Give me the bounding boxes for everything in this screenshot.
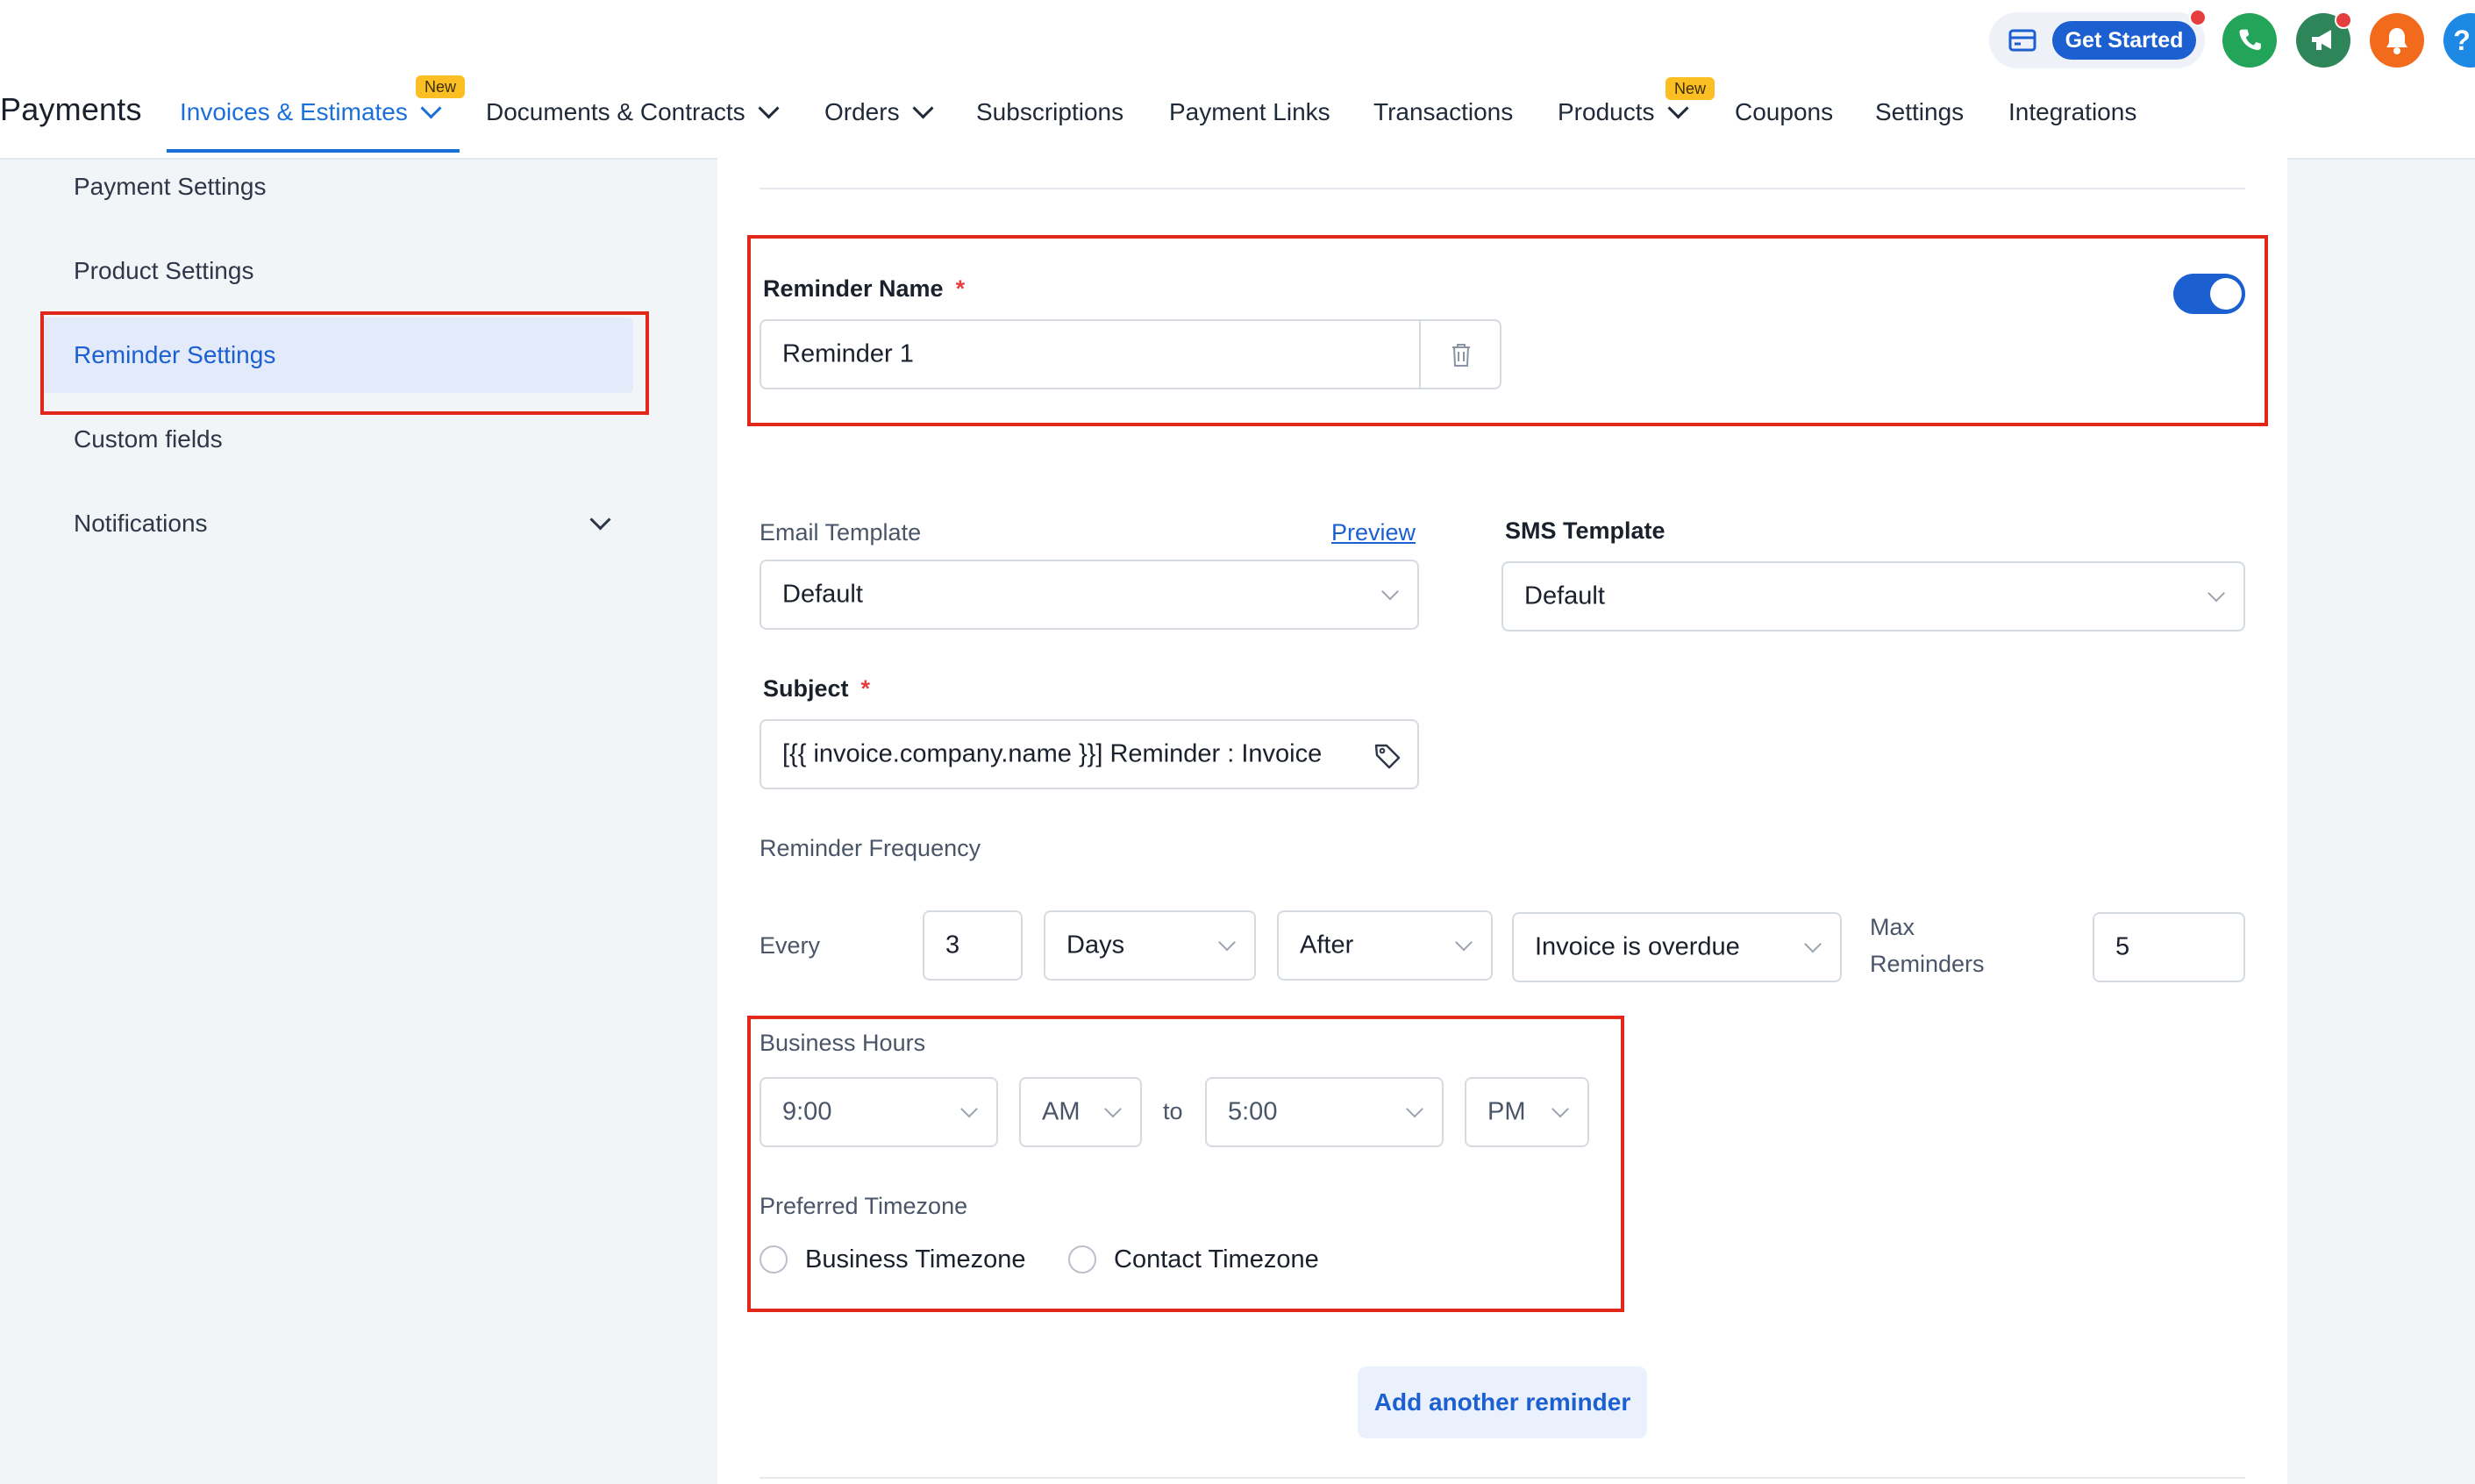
- nav-label: Subscriptions: [976, 98, 1124, 125]
- highlight-box-business-hours: [747, 1016, 1624, 1312]
- nav-label: Documents & Contracts: [486, 98, 745, 125]
- get-started-pill[interactable]: Get Started: [1989, 9, 2207, 68]
- chevron-down-icon: [912, 97, 934, 119]
- chevron-down-icon[interactable]: [589, 509, 611, 531]
- max-reminders-label-line1: Max: [1870, 914, 1915, 940]
- nav-label: Products: [1558, 98, 1655, 125]
- frequency-trigger-select[interactable]: Invoice is overdue: [1512, 912, 1842, 982]
- chevron-down-icon: [758, 97, 780, 119]
- chevron-down-icon: [1666, 97, 1689, 119]
- notification-dot: [2335, 11, 2352, 29]
- nav-label: Payment Links: [1169, 98, 1330, 125]
- nav-label: Transactions: [1373, 98, 1514, 125]
- email-template-select[interactable]: Default: [760, 560, 1419, 630]
- help-button[interactable]: ?: [2443, 13, 2475, 68]
- divider: [760, 1477, 2245, 1479]
- chevron-down-icon: [1455, 933, 1473, 952]
- nav-products[interactable]: Products: [1558, 97, 1689, 126]
- nav-invoices-estimates[interactable]: Invoices & Estimates: [180, 97, 442, 126]
- nav-orders[interactable]: Orders: [824, 97, 934, 126]
- nav-label: Integrations: [2008, 98, 2137, 125]
- tag-icon[interactable]: [1373, 742, 1402, 770]
- sidebar-item-payment-settings[interactable]: Payment Settings: [74, 173, 266, 201]
- every-number-input[interactable]: 3: [923, 910, 1023, 981]
- help-icon: ?: [2453, 24, 2471, 56]
- chevron-down-icon: [1381, 582, 1399, 601]
- highlight-box-reminder-name: [747, 235, 2268, 426]
- chevron-down-icon: [1804, 935, 1822, 953]
- nav-label: Invoices & Estimates: [180, 98, 408, 125]
- reminder-frequency-label: Reminder Frequency: [760, 835, 981, 861]
- chevron-down-icon: [1218, 933, 1236, 952]
- nav-payment-links[interactable]: Payment Links: [1169, 98, 1330, 126]
- bell-icon: [2386, 28, 2407, 54]
- max-reminders-input[interactable]: 5: [2093, 912, 2245, 982]
- get-started-button[interactable]: Get Started: [2052, 21, 2196, 60]
- new-badge: New: [416, 75, 466, 98]
- nav-label: Coupons: [1735, 98, 1834, 125]
- frequency-when-select[interactable]: After: [1277, 910, 1493, 981]
- sms-template-select[interactable]: Default: [1501, 561, 2245, 631]
- new-badge: New: [1665, 77, 1715, 100]
- chevron-down-icon: [2208, 584, 2225, 603]
- nav-settings[interactable]: Settings: [1875, 98, 1964, 126]
- notifications-button[interactable]: [2370, 13, 2424, 68]
- frequency-unit-select[interactable]: Days: [1044, 910, 1256, 981]
- email-template-label: Email Template: [760, 519, 922, 546]
- every-label: Every: [760, 932, 821, 959]
- highlight-box-sidebar: [40, 311, 649, 415]
- nav-subscriptions[interactable]: Subscriptions: [976, 98, 1123, 126]
- card-icon: [2008, 29, 2036, 52]
- nav-label: Orders: [824, 98, 900, 125]
- active-tab-underline: [167, 149, 460, 153]
- chevron-down-icon: [420, 97, 442, 119]
- preview-link[interactable]: Preview: [1331, 519, 1416, 546]
- max-reminders-label-line2: Reminders: [1870, 951, 1985, 977]
- nav-coupons[interactable]: Coupons: [1735, 98, 1833, 126]
- nav-integrations[interactable]: Integrations: [2008, 98, 2136, 126]
- subject-input[interactable]: [{{ invoice.company.name }}] Reminder : …: [760, 719, 1419, 789]
- sidebar-item-notifications[interactable]: Notifications: [74, 510, 208, 538]
- sms-template-label: SMS Template: [1505, 517, 1665, 544]
- brand-title: Payments: [0, 91, 142, 127]
- megaphone-icon: [2312, 30, 2331, 50]
- divider: [760, 188, 2245, 189]
- subject-label: Subject *: [763, 675, 871, 702]
- phone-icon: [2239, 29, 2261, 50]
- sidebar-item-product-settings[interactable]: Product Settings: [74, 257, 253, 285]
- add-another-reminder-button[interactable]: Add another reminder: [1358, 1366, 1647, 1438]
- notification-dot: [2189, 9, 2207, 26]
- top-navigation-bar: Payments Invoices & Estimates New Docume…: [0, 0, 2475, 160]
- sidebar-item-custom-fields[interactable]: Custom fields: [74, 425, 223, 453]
- nav-documents-contracts[interactable]: Documents & Contracts: [486, 97, 780, 126]
- nav-label: Settings: [1875, 98, 1965, 125]
- announcements-button[interactable]: [2296, 11, 2352, 68]
- phone-button[interactable]: [2222, 13, 2277, 68]
- nav-transactions[interactable]: Transactions: [1373, 98, 1513, 126]
